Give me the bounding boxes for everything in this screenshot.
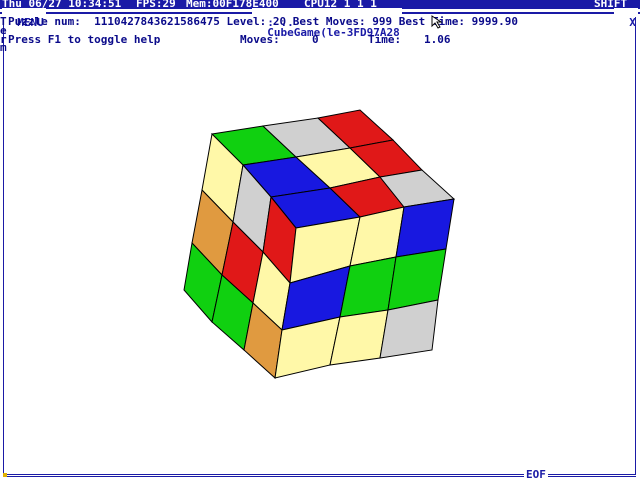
rubiks-cube-view[interactable] — [0, 0, 640, 480]
cube-sticker[interactable] — [395, 198, 455, 258]
mouse-cursor-icon — [431, 15, 443, 29]
